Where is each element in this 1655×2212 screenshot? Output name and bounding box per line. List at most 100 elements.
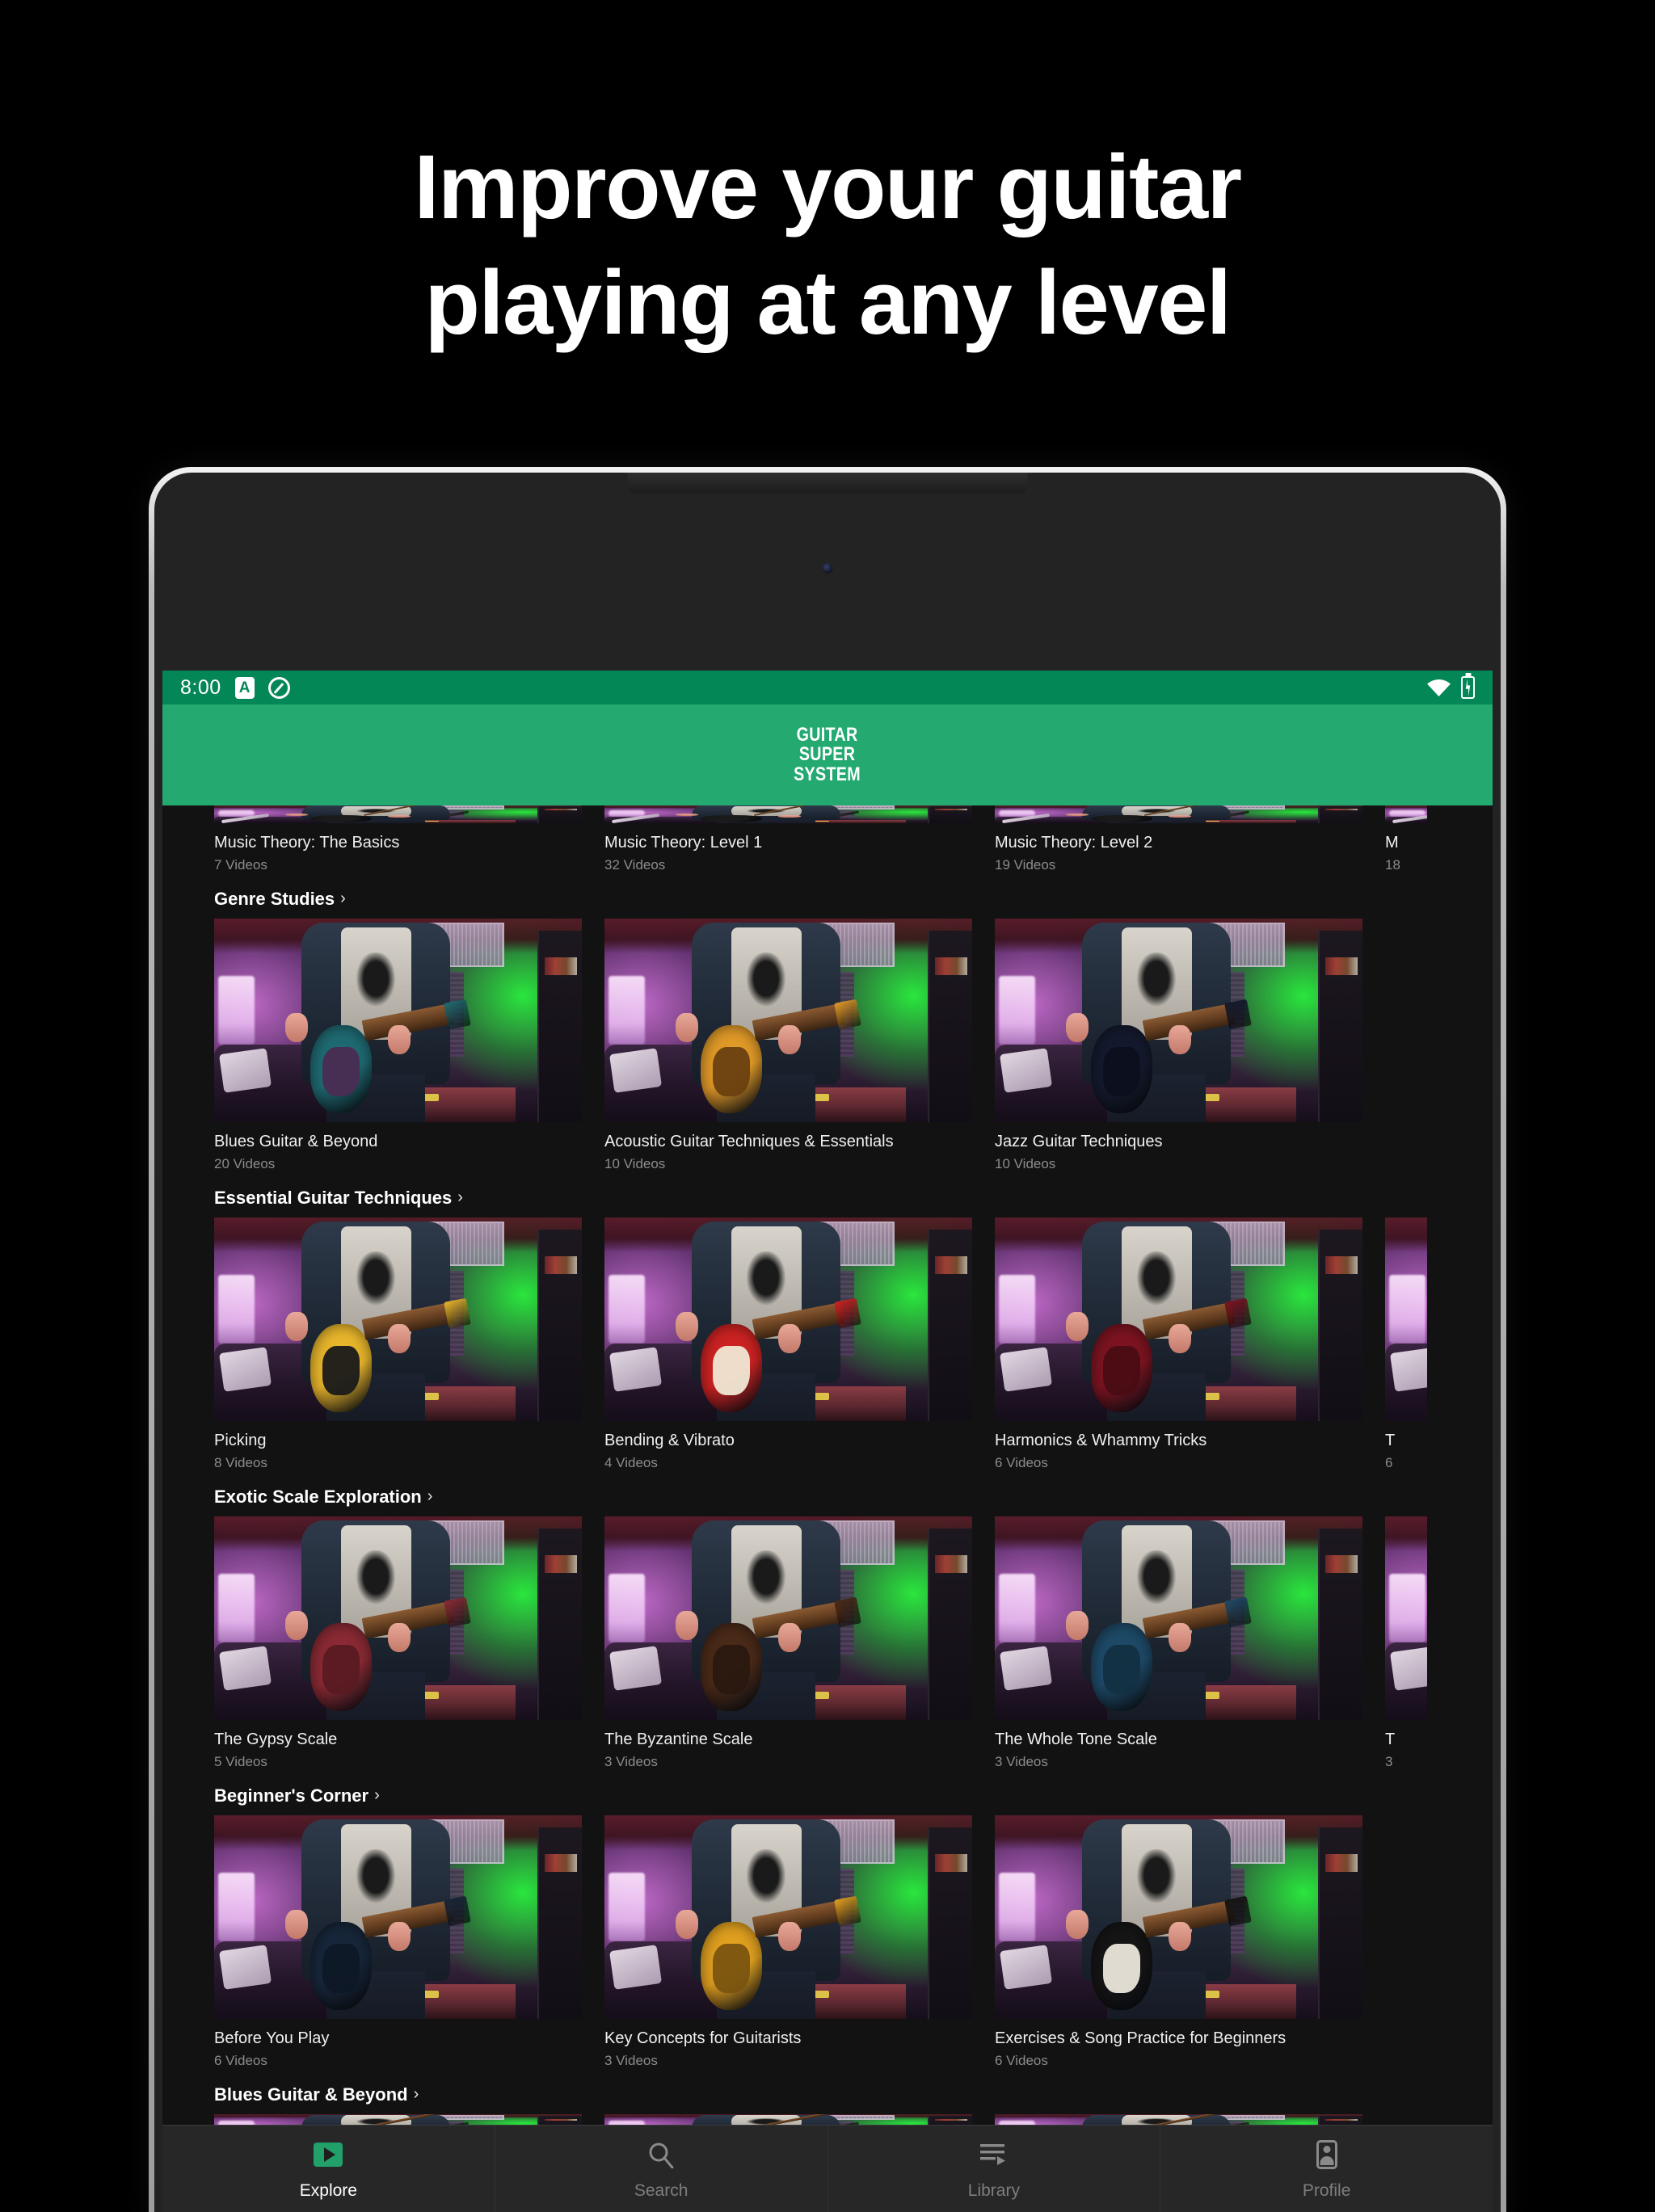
headline-line-1: Improve your guitar bbox=[414, 137, 1242, 238]
card-carousel[interactable] bbox=[162, 2114, 1427, 2125]
nav-tab-explore[interactable]: Explore bbox=[162, 2126, 495, 2212]
explore-content-scroll[interactable]: Music Theory: The Basics 7 Videos Music Th… bbox=[162, 805, 1493, 2125]
course-card[interactable]: Music Theory: Level 2 19 Videos bbox=[995, 805, 1362, 873]
course-thumbnail[interactable] bbox=[604, 1516, 972, 1720]
course-card[interactable]: Blues Guitar & Beyond 20 Videos bbox=[214, 919, 582, 1172]
course-card[interactable] bbox=[995, 2114, 1362, 2125]
course-thumbnail[interactable] bbox=[995, 1815, 1362, 2019]
nav-tab-profile[interactable]: Profile bbox=[1160, 2126, 1493, 2212]
chevron-right-icon: › bbox=[374, 1786, 380, 1804]
content-row: Genre Studies › Blues Guitar & Beyond 20 Vi… bbox=[162, 873, 1427, 1172]
device-body: 8:00 A GUITAR SUPER SYSTEM Music Theory:… bbox=[154, 473, 1501, 2212]
course-thumbnail[interactable] bbox=[995, 2114, 1362, 2125]
course-video-count: 6 Videos bbox=[995, 2053, 1048, 2068]
video-thumbnail-art bbox=[214, 1217, 582, 1421]
marketing-headline: Improve your guitar playing at any level bbox=[0, 0, 1655, 361]
course-thumbnail[interactable] bbox=[604, 805, 972, 823]
course-card[interactable]: Jazz Guitar Techniques 10 Videos bbox=[995, 919, 1362, 1172]
course-video-count: 6 Videos bbox=[214, 2053, 267, 2068]
card-carousel[interactable]: Picking 8 Videos Bending & Vibrato 4 Videos… bbox=[162, 1217, 1493, 1471]
course-thumbnail[interactable] bbox=[214, 1217, 582, 1421]
course-title: The Byzantine Scale bbox=[604, 1730, 753, 1748]
course-video-count: 32 Videos bbox=[604, 857, 666, 873]
content-row: Blues Guitar & Beyond › bbox=[162, 2069, 1427, 2125]
app-bar: GUITAR SUPER SYSTEM bbox=[162, 704, 1493, 805]
course-video-count: 7 Videos bbox=[214, 857, 267, 873]
section-title: Essential Guitar Techniques bbox=[214, 1188, 453, 1208]
course-card[interactable]: Before You Play 6 Videos bbox=[214, 1815, 582, 2069]
course-title: Harmonics & Whammy Tricks bbox=[995, 1432, 1207, 1449]
course-thumbnail[interactable] bbox=[214, 805, 582, 823]
course-thumbnail[interactable] bbox=[214, 2114, 582, 2125]
course-card[interactable]: Exercises & Song Practice for Beginners 6… bbox=[995, 1815, 1362, 2069]
video-thumbnail-art bbox=[995, 805, 1362, 823]
profile-icon bbox=[1316, 2139, 1337, 2169]
app-screen: 8:00 A GUITAR SUPER SYSTEM Music Theory:… bbox=[162, 671, 1493, 2212]
course-card[interactable]: Bending & Vibrato 4 Videos bbox=[604, 1217, 972, 1471]
card-carousel[interactable]: Music Theory: The Basics 7 Videos Music Th… bbox=[162, 805, 1493, 873]
course-title: Music Theory: Level 2 bbox=[995, 834, 1153, 852]
content-right-clip bbox=[1427, 805, 1493, 2125]
course-thumbnail[interactable] bbox=[214, 1516, 582, 1720]
nav-tab-library[interactable]: Library bbox=[828, 2126, 1161, 2212]
section-header[interactable]: Genre Studies › bbox=[162, 873, 1427, 919]
app-logo: GUITAR SUPER SYSTEM bbox=[794, 725, 861, 784]
status-bar-clock: 8:00 bbox=[180, 675, 221, 699]
course-title: The Gypsy Scale bbox=[214, 1730, 338, 1748]
course-video-count: 10 Videos bbox=[604, 1156, 666, 1171]
course-thumbnail[interactable] bbox=[214, 919, 582, 1122]
course-thumbnail[interactable] bbox=[604, 919, 972, 1122]
course-thumbnail[interactable] bbox=[995, 805, 1362, 823]
course-video-count: 8 Videos bbox=[214, 1455, 267, 1470]
video-thumbnail-art bbox=[604, 919, 972, 1122]
course-title: Picking bbox=[214, 1432, 267, 1449]
card-carousel[interactable]: Blues Guitar & Beyond 20 Videos Acoustic G… bbox=[162, 919, 1427, 1172]
front-camera-icon bbox=[822, 563, 833, 574]
chevron-right-icon: › bbox=[340, 889, 346, 907]
video-thumbnail-art bbox=[604, 805, 972, 823]
course-card[interactable]: Music Theory: The Basics 7 Videos bbox=[214, 805, 582, 873]
course-card[interactable]: Music Theory: Level 1 32 Videos bbox=[604, 805, 972, 873]
course-title: Blues Guitar & Beyond bbox=[214, 1133, 378, 1150]
video-thumbnail-art bbox=[604, 1815, 972, 2019]
course-card[interactable]: The Byzantine Scale 3 Videos bbox=[604, 1516, 972, 1770]
course-video-count: 3 Videos bbox=[604, 1754, 658, 1769]
logo-line-2: SUPER bbox=[799, 743, 856, 766]
course-card[interactable]: Harmonics & Whammy Tricks 6 Videos bbox=[995, 1217, 1362, 1471]
course-title: Bending & Vibrato bbox=[604, 1432, 735, 1449]
section-header[interactable]: Exotic Scale Exploration › bbox=[162, 1471, 1427, 1516]
course-thumbnail[interactable] bbox=[604, 1217, 972, 1421]
chevron-right-icon: › bbox=[427, 1487, 433, 1505]
course-thumbnail[interactable] bbox=[995, 919, 1362, 1122]
search-icon bbox=[647, 2141, 675, 2168]
card-carousel[interactable]: Before You Play 6 Videos Key Concepts for … bbox=[162, 1815, 1427, 2069]
course-card[interactable]: The Gypsy Scale 5 Videos bbox=[214, 1516, 582, 1770]
course-thumbnail[interactable] bbox=[604, 1815, 972, 2019]
course-thumbnail[interactable] bbox=[995, 1516, 1362, 1720]
course-card[interactable]: Picking 8 Videos bbox=[214, 1217, 582, 1471]
headline-line-2: playing at any level bbox=[424, 252, 1232, 354]
course-video-count: 10 Videos bbox=[995, 1156, 1056, 1171]
course-card[interactable] bbox=[604, 2114, 972, 2125]
course-card[interactable] bbox=[214, 2114, 582, 2125]
course-thumbnail[interactable] bbox=[604, 2114, 972, 2125]
video-thumbnail-art bbox=[214, 1815, 582, 2019]
course-title: Before You Play bbox=[214, 2029, 330, 2047]
nav-tab-label: Explore bbox=[299, 2180, 357, 2200]
section-header[interactable]: Blues Guitar & Beyond › bbox=[162, 2069, 1427, 2114]
logo-line-1: GUITAR bbox=[797, 723, 858, 746]
course-card[interactable]: The Whole Tone Scale 3 Videos bbox=[995, 1516, 1362, 1770]
video-thumbnail-art bbox=[995, 1516, 1362, 1720]
section-header[interactable]: Essential Guitar Techniques › bbox=[162, 1172, 1427, 1217]
nav-icon-wrapper bbox=[311, 2138, 345, 2172]
nav-tab-search[interactable]: Search bbox=[495, 2126, 828, 2212]
course-thumbnail[interactable] bbox=[214, 1815, 582, 2019]
course-card[interactable]: Key Concepts for Guitarists 3 Videos bbox=[604, 1815, 972, 2069]
video-thumbnail-art bbox=[214, 805, 582, 823]
card-carousel[interactable]: The Gypsy Scale 5 Videos The Byzantine Sca… bbox=[162, 1516, 1493, 1770]
section-header[interactable]: Beginner's Corner › bbox=[162, 1770, 1427, 1815]
course-title: The Whole Tone Scale bbox=[995, 1730, 1157, 1748]
course-thumbnail[interactable] bbox=[995, 1217, 1362, 1421]
course-card[interactable]: Acoustic Guitar Techniques & Essentials 1… bbox=[604, 919, 972, 1172]
content-row: Essential Guitar Techniques › Picking 8 Vid… bbox=[162, 1172, 1493, 1471]
